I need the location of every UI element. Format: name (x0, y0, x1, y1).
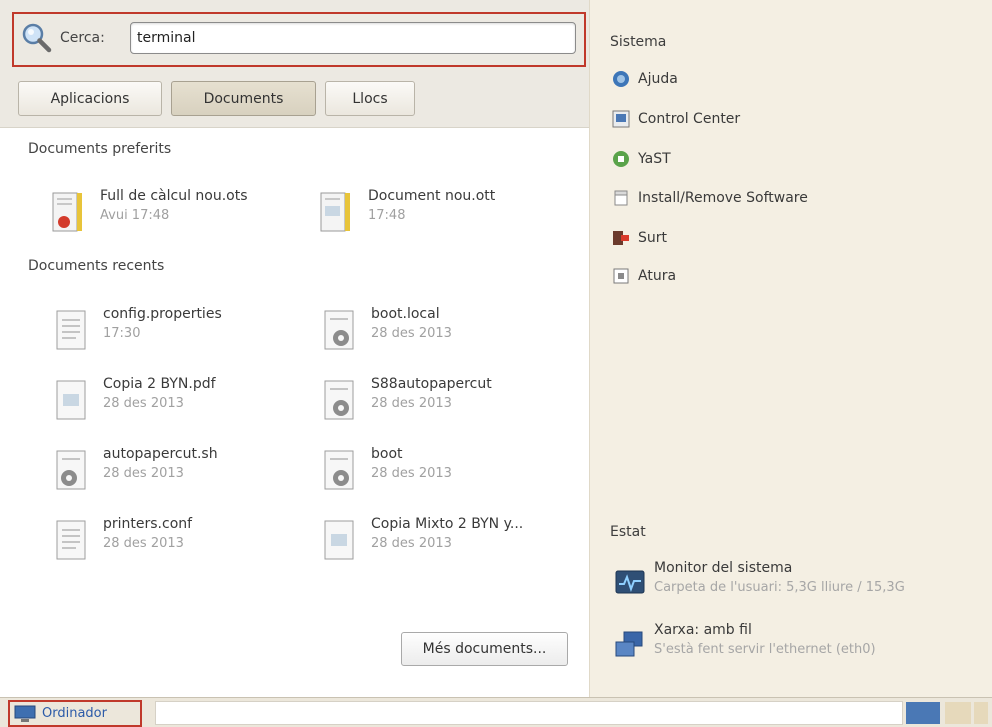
doc-time: 28 des 2013 (371, 536, 452, 551)
favorite-documents-heading: Documents preferits (28, 141, 172, 157)
shutdown-icon (613, 268, 629, 284)
network-wired-icon (615, 631, 643, 657)
doc-time: 28 des 2013 (371, 466, 452, 481)
documents-panel: Cerca: Aplicacions Documents Llocs Docum… (0, 0, 589, 697)
doc-name: Copia Mixto 2 BYN y... (371, 516, 524, 532)
tray-item[interactable] (945, 702, 971, 724)
doc-name: Full de càlcul nou.ots (100, 188, 248, 204)
taskbar-window-list[interactable] (155, 701, 903, 725)
status-title: Xarxa: amb fil (654, 622, 752, 638)
pdf-file-icon (324, 520, 354, 560)
script-file-icon (324, 310, 354, 350)
search-input[interactable] (130, 22, 576, 54)
text-file-icon (56, 520, 86, 560)
system-item-help[interactable]: Ajuda (612, 67, 678, 91)
recent-doc-item[interactable]: printers.conf 28 des 2013 (55, 516, 310, 572)
doc-time: 28 des 2013 (103, 536, 184, 551)
logout-icon (613, 231, 629, 245)
favorite-doc-item[interactable]: Document nou.ott 17:48 (320, 188, 575, 244)
doc-name: Document nou.ott (368, 188, 496, 204)
system-item-label: YaST (638, 151, 671, 167)
recent-doc-item[interactable]: autopapercut.sh 28 des 2013 (55, 446, 310, 502)
recent-doc-item[interactable]: S88autopapercut 28 des 2013 (323, 376, 578, 432)
status-heading: Estat (610, 524, 646, 540)
tab-applications[interactable]: Aplicacions (18, 81, 162, 116)
status-title: Monitor del sistema (654, 560, 793, 576)
doc-name: boot (371, 446, 403, 462)
system-item-control-center[interactable]: Control Center (612, 107, 740, 131)
doc-time: 28 des 2013 (371, 326, 452, 341)
system-item-logout[interactable]: Surt (612, 226, 667, 250)
doc-time: Avui 17:48 (100, 208, 170, 223)
script-file-icon (324, 450, 354, 490)
system-item-yast[interactable]: YaST (612, 147, 671, 171)
recent-doc-item[interactable]: boot.local 28 des 2013 (323, 306, 578, 362)
doc-time: 28 des 2013 (371, 396, 452, 411)
tab-places[interactable]: Llocs (325, 81, 415, 116)
script-file-icon (56, 450, 86, 490)
recent-doc-item[interactable]: boot 28 des 2013 (323, 446, 578, 502)
system-item-shutdown[interactable]: Atura (612, 264, 676, 288)
computer-menu-button[interactable]: Ordinador (8, 700, 142, 727)
doc-name: autopapercut.sh (103, 446, 218, 462)
doc-time: 28 des 2013 (103, 466, 184, 481)
help-icon (613, 71, 629, 87)
system-panel: Sistema Ajuda Control Center YaST Instal… (589, 0, 992, 697)
system-item-label: Control Center (638, 111, 741, 127)
status-subtitle: S'està fent servir l'ethernet (eth0) (654, 642, 876, 657)
text-template-icon (320, 192, 350, 232)
script-file-icon (324, 380, 354, 420)
pdf-file-icon (56, 380, 86, 420)
search-icon (22, 23, 52, 53)
spreadsheet-template-icon (52, 192, 82, 232)
doc-name: S88autopapercut (371, 376, 492, 392)
system-item-install-remove-software[interactable]: Install/Remove Software (612, 186, 808, 210)
doc-time: 28 des 2013 (103, 396, 184, 411)
doc-name: printers.conf (103, 516, 193, 532)
doc-name: config.properties (103, 306, 222, 322)
search-label: Cerca: (60, 30, 105, 46)
system-item-label: Surt (638, 230, 668, 246)
control-center-icon (612, 110, 630, 128)
status-subtitle: Carpeta de l'usuari: 5,3G lliure / 15,3G (654, 580, 905, 595)
tab-documents[interactable]: Documents (171, 81, 316, 116)
doc-time: 17:30 (103, 326, 141, 341)
recent-doc-item[interactable]: Copia 2 BYN.pdf 28 des 2013 (55, 376, 310, 432)
computer-icon (14, 705, 36, 722)
taskbar: Ordinador (0, 697, 992, 727)
doc-name: boot.local (371, 306, 440, 322)
status-item-network[interactable]: Xarxa: amb fil S'està fent servir l'ethe… (614, 622, 984, 668)
recent-doc-item[interactable]: config.properties 17:30 (55, 306, 310, 362)
status-item-system-monitor[interactable]: Monitor del sistema Carpeta de l'usuari:… (614, 560, 984, 606)
package-icon (614, 190, 628, 206)
text-file-icon (56, 310, 86, 350)
computer-label: Ordinador (42, 706, 107, 721)
more-documents-button[interactable]: Més documents... (401, 632, 568, 666)
tray-item[interactable] (906, 702, 940, 724)
doc-name: Copia 2 BYN.pdf (103, 376, 216, 392)
search-box: Cerca: (12, 12, 586, 67)
search-area: Cerca: Aplicacions Documents Llocs (0, 0, 589, 128)
system-monitor-icon (615, 570, 645, 594)
system-item-label: Install/Remove Software (638, 190, 808, 206)
system-item-label: Atura (638, 268, 677, 284)
system-heading: Sistema (610, 34, 667, 50)
recent-doc-item[interactable]: Copia Mixto 2 BYN y... 28 des 2013 (323, 516, 578, 572)
yast-icon (613, 151, 629, 167)
favorite-doc-item[interactable]: Full de càlcul nou.ots Avui 17:48 (52, 188, 307, 244)
system-item-label: Ajuda (638, 71, 678, 87)
recent-documents-heading: Documents recents (28, 258, 165, 274)
tray-item[interactable] (974, 702, 988, 724)
doc-time: 17:48 (368, 208, 406, 223)
